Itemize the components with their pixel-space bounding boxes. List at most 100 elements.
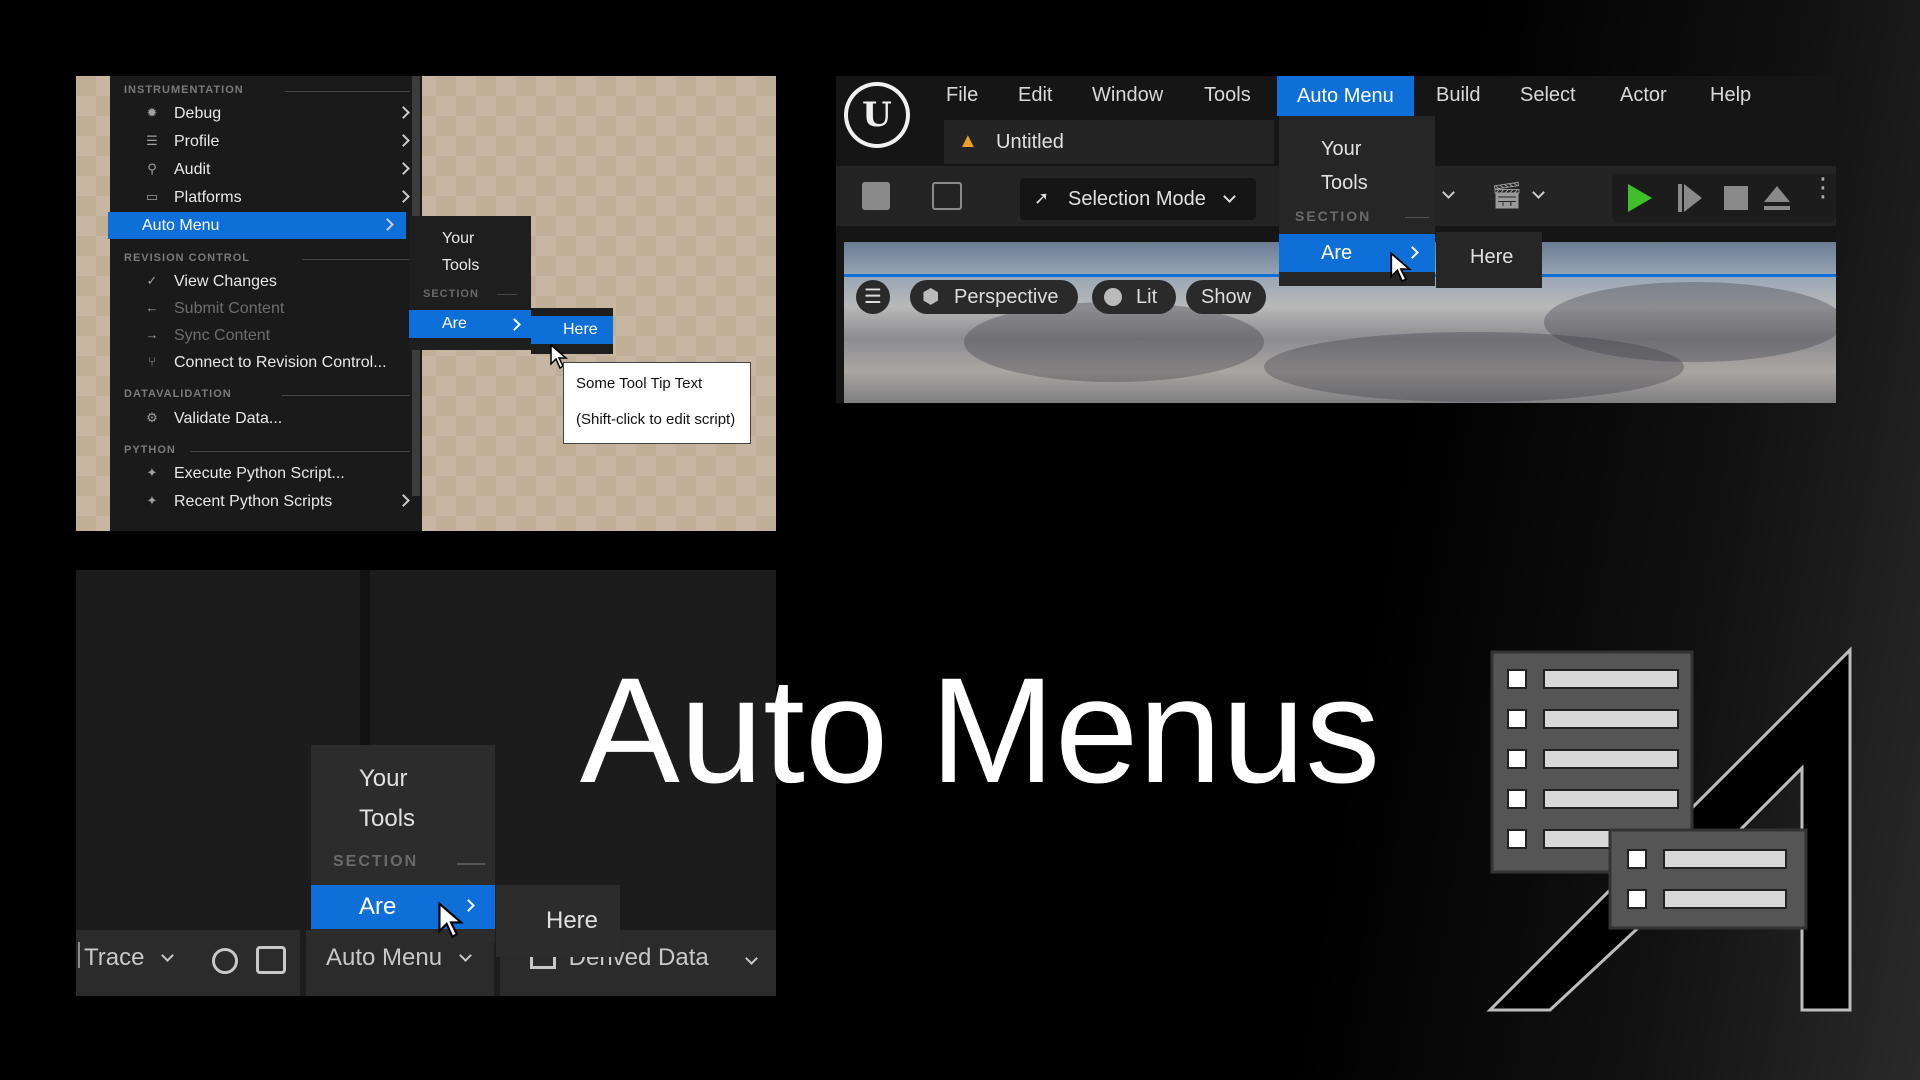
tools-menu-panel: INSTRUMENTATION ✹ Debug ☰ Profile ⚲ Audi… xyxy=(76,76,776,531)
menu-file[interactable]: File xyxy=(946,84,978,107)
chevron-right-icon xyxy=(381,218,394,231)
menu-item-profile[interactable]: ☰ Profile xyxy=(110,128,422,155)
menu-item-platforms[interactable]: ▭ Platforms xyxy=(110,184,422,211)
editor-menubar-panel: File Edit Window Tools Auto Menu Build S… xyxy=(836,76,1836,403)
auto-menu-popup: Your Tools SECTION Are xyxy=(311,745,495,943)
show-button[interactable]: Show xyxy=(1186,280,1266,314)
chevron-right-icon xyxy=(508,318,521,331)
sphere-icon xyxy=(1104,288,1122,306)
menu-item-auto-menu[interactable]: Auto Menu xyxy=(108,212,406,239)
chevron-right-icon xyxy=(397,162,410,175)
menu-item-audit[interactable]: ⚲ Audit xyxy=(110,156,422,183)
chevron-right-icon xyxy=(397,106,410,119)
selection-mode-button[interactable]: ➚ Selection Mode xyxy=(1020,178,1256,220)
unreal-logo[interactable]: U xyxy=(844,82,910,148)
menu-item-debug[interactable]: ✹ Debug xyxy=(110,100,422,127)
save-icon[interactable] xyxy=(862,182,890,210)
tooltip: Some Tool Tip Text (Shift-click to edit … xyxy=(563,362,751,444)
are-submenu: Here xyxy=(531,308,613,354)
tools-menu: INSTRUMENTATION ✹ Debug ☰ Profile ⚲ Audi… xyxy=(108,76,422,531)
chevron-right-icon xyxy=(462,899,475,912)
popup-item-are[interactable]: Are xyxy=(311,885,495,929)
snapshot-icon[interactable] xyxy=(256,946,286,974)
chevron-down-icon xyxy=(745,952,758,965)
menu-item-sync-content[interactable]: → Sync Content xyxy=(110,322,422,349)
eject-icon[interactable] xyxy=(1764,186,1790,202)
popup-item-your[interactable]: Your xyxy=(359,765,408,793)
popup-item-tools[interactable]: Tools xyxy=(359,805,415,833)
profile-icon: ☰ xyxy=(146,133,158,148)
trace-button[interactable]: Trace xyxy=(84,944,175,972)
menu-item-validate-data[interactable]: ⚙ Validate Data... xyxy=(110,405,422,432)
cursor-icon: ➚ xyxy=(1034,188,1050,208)
lit-button[interactable]: Lit xyxy=(1092,280,1176,314)
menu-auto-menu[interactable]: Auto Menu xyxy=(1277,76,1414,116)
chevron-right-icon xyxy=(397,190,410,203)
stop-icon[interactable] xyxy=(1724,186,1748,210)
auto-menus-logo xyxy=(1486,646,1852,1012)
arrow-right-icon: → xyxy=(145,327,159,342)
perspective-button[interactable]: ⬢ Perspective xyxy=(910,280,1078,314)
validate-icon: ⚙ xyxy=(146,410,158,425)
hamburger-menu-icon[interactable]: ☰ xyxy=(856,280,890,314)
chevron-down-icon[interactable] xyxy=(1532,186,1545,199)
check-circle-icon: ✓ xyxy=(146,273,158,288)
menu-item-recent-python[interactable]: ✦ Recent Python Scripts xyxy=(110,488,422,515)
submenu-item-tools[interactable]: Tools xyxy=(442,257,479,275)
audit-icon: ⚲ xyxy=(147,161,157,176)
chevron-right-icon xyxy=(397,494,410,507)
more-options-icon[interactable]: ⋮ xyxy=(1810,174,1836,200)
menu-tools[interactable]: Tools xyxy=(1204,84,1251,107)
platforms-icon: ▭ xyxy=(145,189,159,204)
are-submenu: Here xyxy=(1436,232,1542,288)
main-menubar: File Edit Window Tools Auto Menu Build S… xyxy=(836,76,1836,116)
eject-bar xyxy=(1764,206,1790,210)
chevron-down-icon xyxy=(1223,190,1236,203)
dropdown-item-tools[interactable]: Tools xyxy=(1321,172,1368,195)
submenu-item-are[interactable]: Are xyxy=(409,310,531,338)
debug-icon: ✹ xyxy=(146,105,158,120)
dropdown-section-header: SECTION xyxy=(1295,208,1372,224)
auto-menu-submenu: Your Tools SECTION Are xyxy=(409,216,531,350)
section-header-instrumentation: INSTRUMENTATION xyxy=(124,84,414,100)
chevron-right-icon xyxy=(397,134,410,147)
section-header-datavalidation: DATAVALIDATION xyxy=(124,388,414,404)
arrow-left-icon: ← xyxy=(145,300,159,315)
page-title: Auto Menus xyxy=(579,646,1381,814)
branch-icon: ⑂ xyxy=(148,354,156,369)
warning-icon: ▲ xyxy=(958,130,978,152)
chevron-down-icon[interactable] xyxy=(1442,186,1455,199)
menu-item-connect-revision-control[interactable]: ⑂ Connect to Revision Control... xyxy=(110,349,422,376)
dropdown-item-here[interactable]: Here xyxy=(1470,246,1513,269)
browse-icon[interactable] xyxy=(932,182,962,210)
mouse-cursor-icon xyxy=(438,902,464,939)
cinematics-icon[interactable]: 🎬︎ xyxy=(1490,180,1523,211)
menu-item-execute-python[interactable]: ✦ Execute Python Script... xyxy=(110,460,422,487)
popup-item-here[interactable]: Here xyxy=(546,907,598,935)
menu-item-submit-content[interactable]: ← Submit Content xyxy=(110,295,422,322)
play-icon[interactable] xyxy=(1628,184,1652,212)
record-icon[interactable] xyxy=(212,948,238,974)
frame-advance-icon xyxy=(1684,184,1702,212)
submenu-section-header: SECTION xyxy=(423,288,479,300)
level-tab[interactable]: ▲ Untitled xyxy=(944,120,1274,164)
python-icon: ✦ xyxy=(146,465,158,480)
step-icon[interactable] xyxy=(1678,184,1682,212)
dropdown-item-your[interactable]: Your xyxy=(1321,138,1361,161)
chevron-down-icon xyxy=(161,949,175,962)
section-header-revision-control: REVISION CONTROL xyxy=(124,252,414,268)
python-icon: ✦ xyxy=(146,493,158,508)
menu-help[interactable]: Help xyxy=(1710,84,1751,107)
menu-item-view-changes[interactable]: ✓ View Changes xyxy=(110,268,422,295)
auto-menu-button[interactable]: Auto Menu xyxy=(326,944,472,972)
chevron-down-icon xyxy=(458,949,472,962)
menu-actor[interactable]: Actor xyxy=(1620,84,1667,107)
menu-build[interactable]: Build xyxy=(1436,84,1480,107)
submenu-item-your[interactable]: Your xyxy=(442,230,474,248)
submenu-item-here[interactable]: Here xyxy=(531,316,613,344)
popup-section-header: SECTION xyxy=(333,853,419,870)
menu-select[interactable]: Select xyxy=(1520,84,1576,107)
play-controls: ⋮ xyxy=(1612,174,1836,222)
menu-window[interactable]: Window xyxy=(1092,84,1163,107)
menu-edit[interactable]: Edit xyxy=(1018,84,1052,107)
